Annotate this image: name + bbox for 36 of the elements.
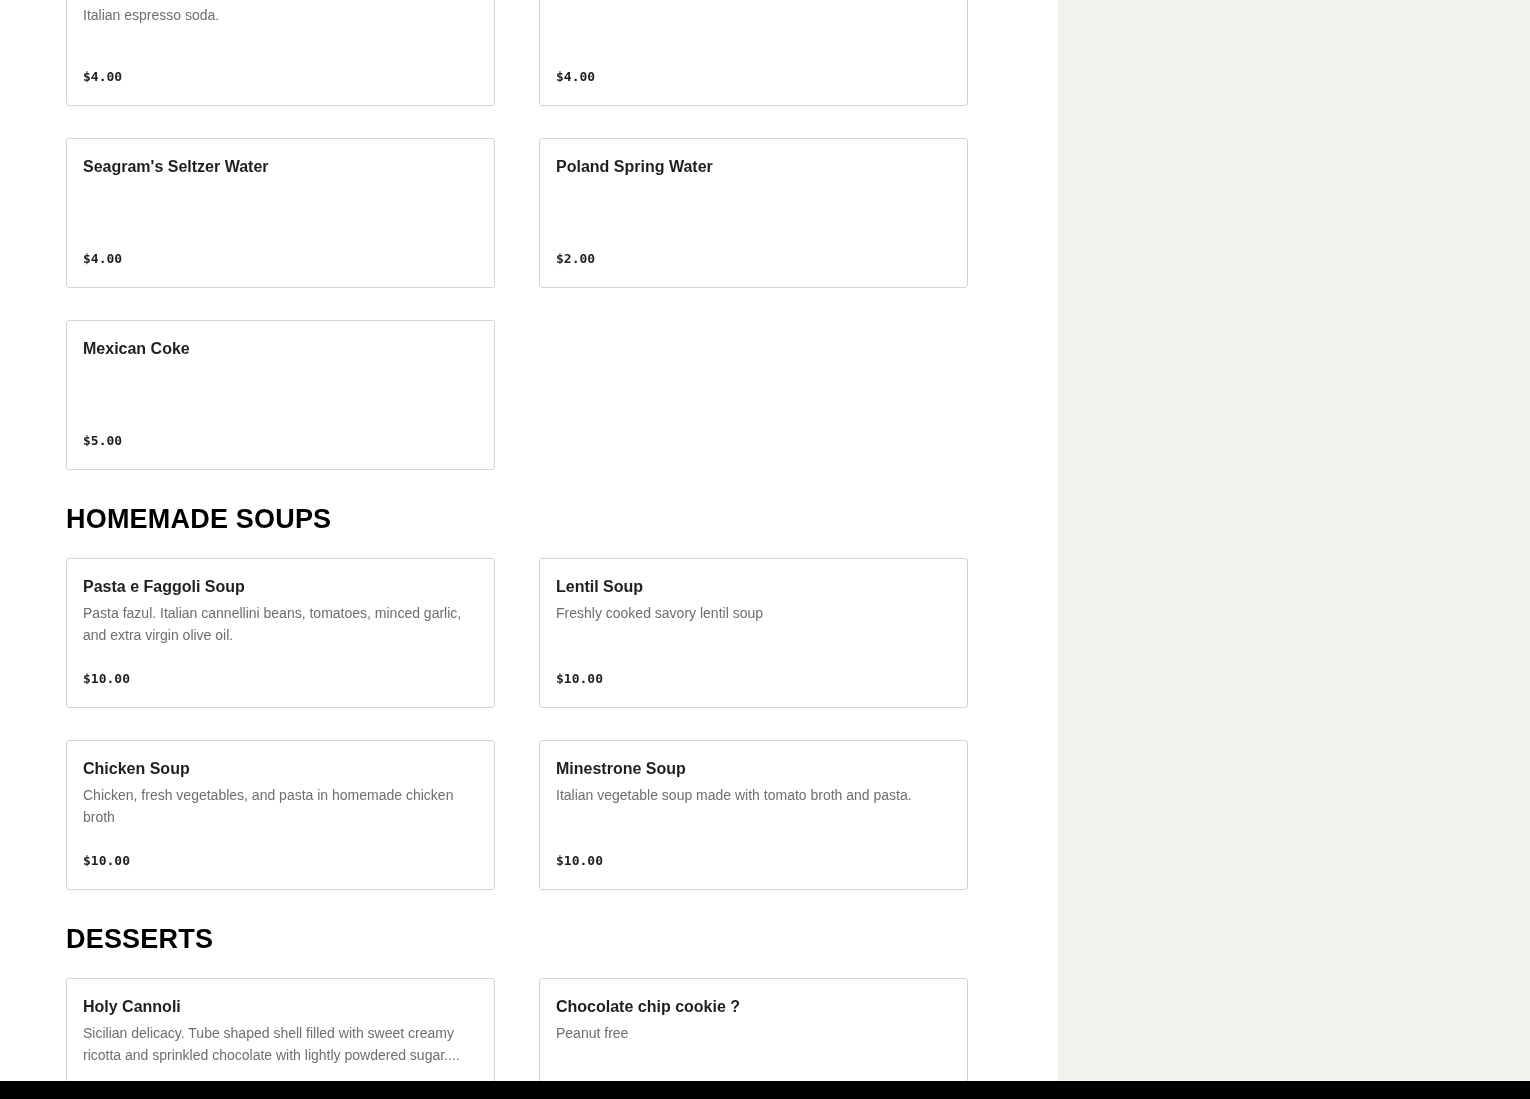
- item-description: Chicken, fresh vegetables, and pasta in homemade chicken broth: [83, 786, 455, 827]
- item-description: Freshly cooked savory lentil soup: [556, 604, 764, 623]
- menu-item-card[interactable]: Lentil Soup Freshly cooked savory lentil soup $10.00: [539, 558, 968, 708]
- item-price: $2.00: [556, 250, 597, 268]
- item-name: Lentil Soup: [556, 577, 645, 597]
- section-heading: DESSERTS: [66, 924, 215, 954]
- menu-item-card[interactable]: Minestrone Soup Italian vegetable soup made with tomato broth and pasta. $10.00: [539, 740, 968, 890]
- menu-item-card[interactable]: $4.00: [539, 0, 968, 106]
- item-price: $5.00: [83, 432, 124, 450]
- item-name: Mexican Coke: [83, 339, 191, 359]
- item-name: Holy Cannoli: [83, 997, 182, 1017]
- item-description: Italian espresso soda.: [83, 6, 221, 25]
- section-heading: HOMEMADE SOUPS: [66, 504, 333, 534]
- item-name: Chocolate chip cookie ?: [556, 997, 742, 1017]
- item-description: Pasta fazul. Italian cannellini beans, tomatoes, minced garlic, and extra virgin olive oil.: [83, 604, 463, 645]
- item-price: $4.00: [556, 68, 597, 86]
- item-description: Peanut free: [556, 1024, 630, 1043]
- item-name: Chicken Soup: [83, 759, 191, 779]
- item-price: $10.00: [83, 852, 131, 870]
- menu-item-card[interactable]: Seagram's Seltzer Water $4.00: [66, 138, 495, 288]
- item-description: Italian vegetable soup made with tomato broth and pasta.: [556, 786, 913, 805]
- item-price: $10.00: [556, 852, 604, 870]
- item-name: Minestrone Soup: [556, 759, 687, 779]
- menu-item-card[interactable]: Mexican Coke $5.00: [66, 320, 495, 470]
- item-price: $4.00: [83, 68, 124, 86]
- item-price: $10.00: [83, 670, 131, 688]
- item-price: $4.00: [83, 250, 124, 268]
- item-price: $10.00: [556, 670, 604, 688]
- menu-item-card[interactable]: Chicken Soup Chicken, fresh vegetables, and pasta in homemade chicken broth $10.00: [66, 740, 495, 890]
- menu-item-card[interactable]: Italian espresso soda. $4.00: [66, 0, 495, 106]
- item-description: Sicilian delicacy. Tube shaped shell filled with sweet creamy ricotta and sprinkled chocolate with lightly powdered sugar....: [83, 1024, 461, 1065]
- item-name: Seagram's Seltzer Water: [83, 157, 270, 177]
- item-name: Poland Spring Water: [556, 157, 714, 177]
- menu-item-card[interactable]: Pasta e Faggoli Soup Pasta fazul. Italian cannellini beans, tomatoes, minced garlic, and extra virgin olive oil. $10.00: [66, 558, 495, 708]
- menu-item-card[interactable]: Poland Spring Water $2.00: [539, 138, 968, 288]
- item-name: Pasta e Faggoli Soup: [83, 577, 246, 597]
